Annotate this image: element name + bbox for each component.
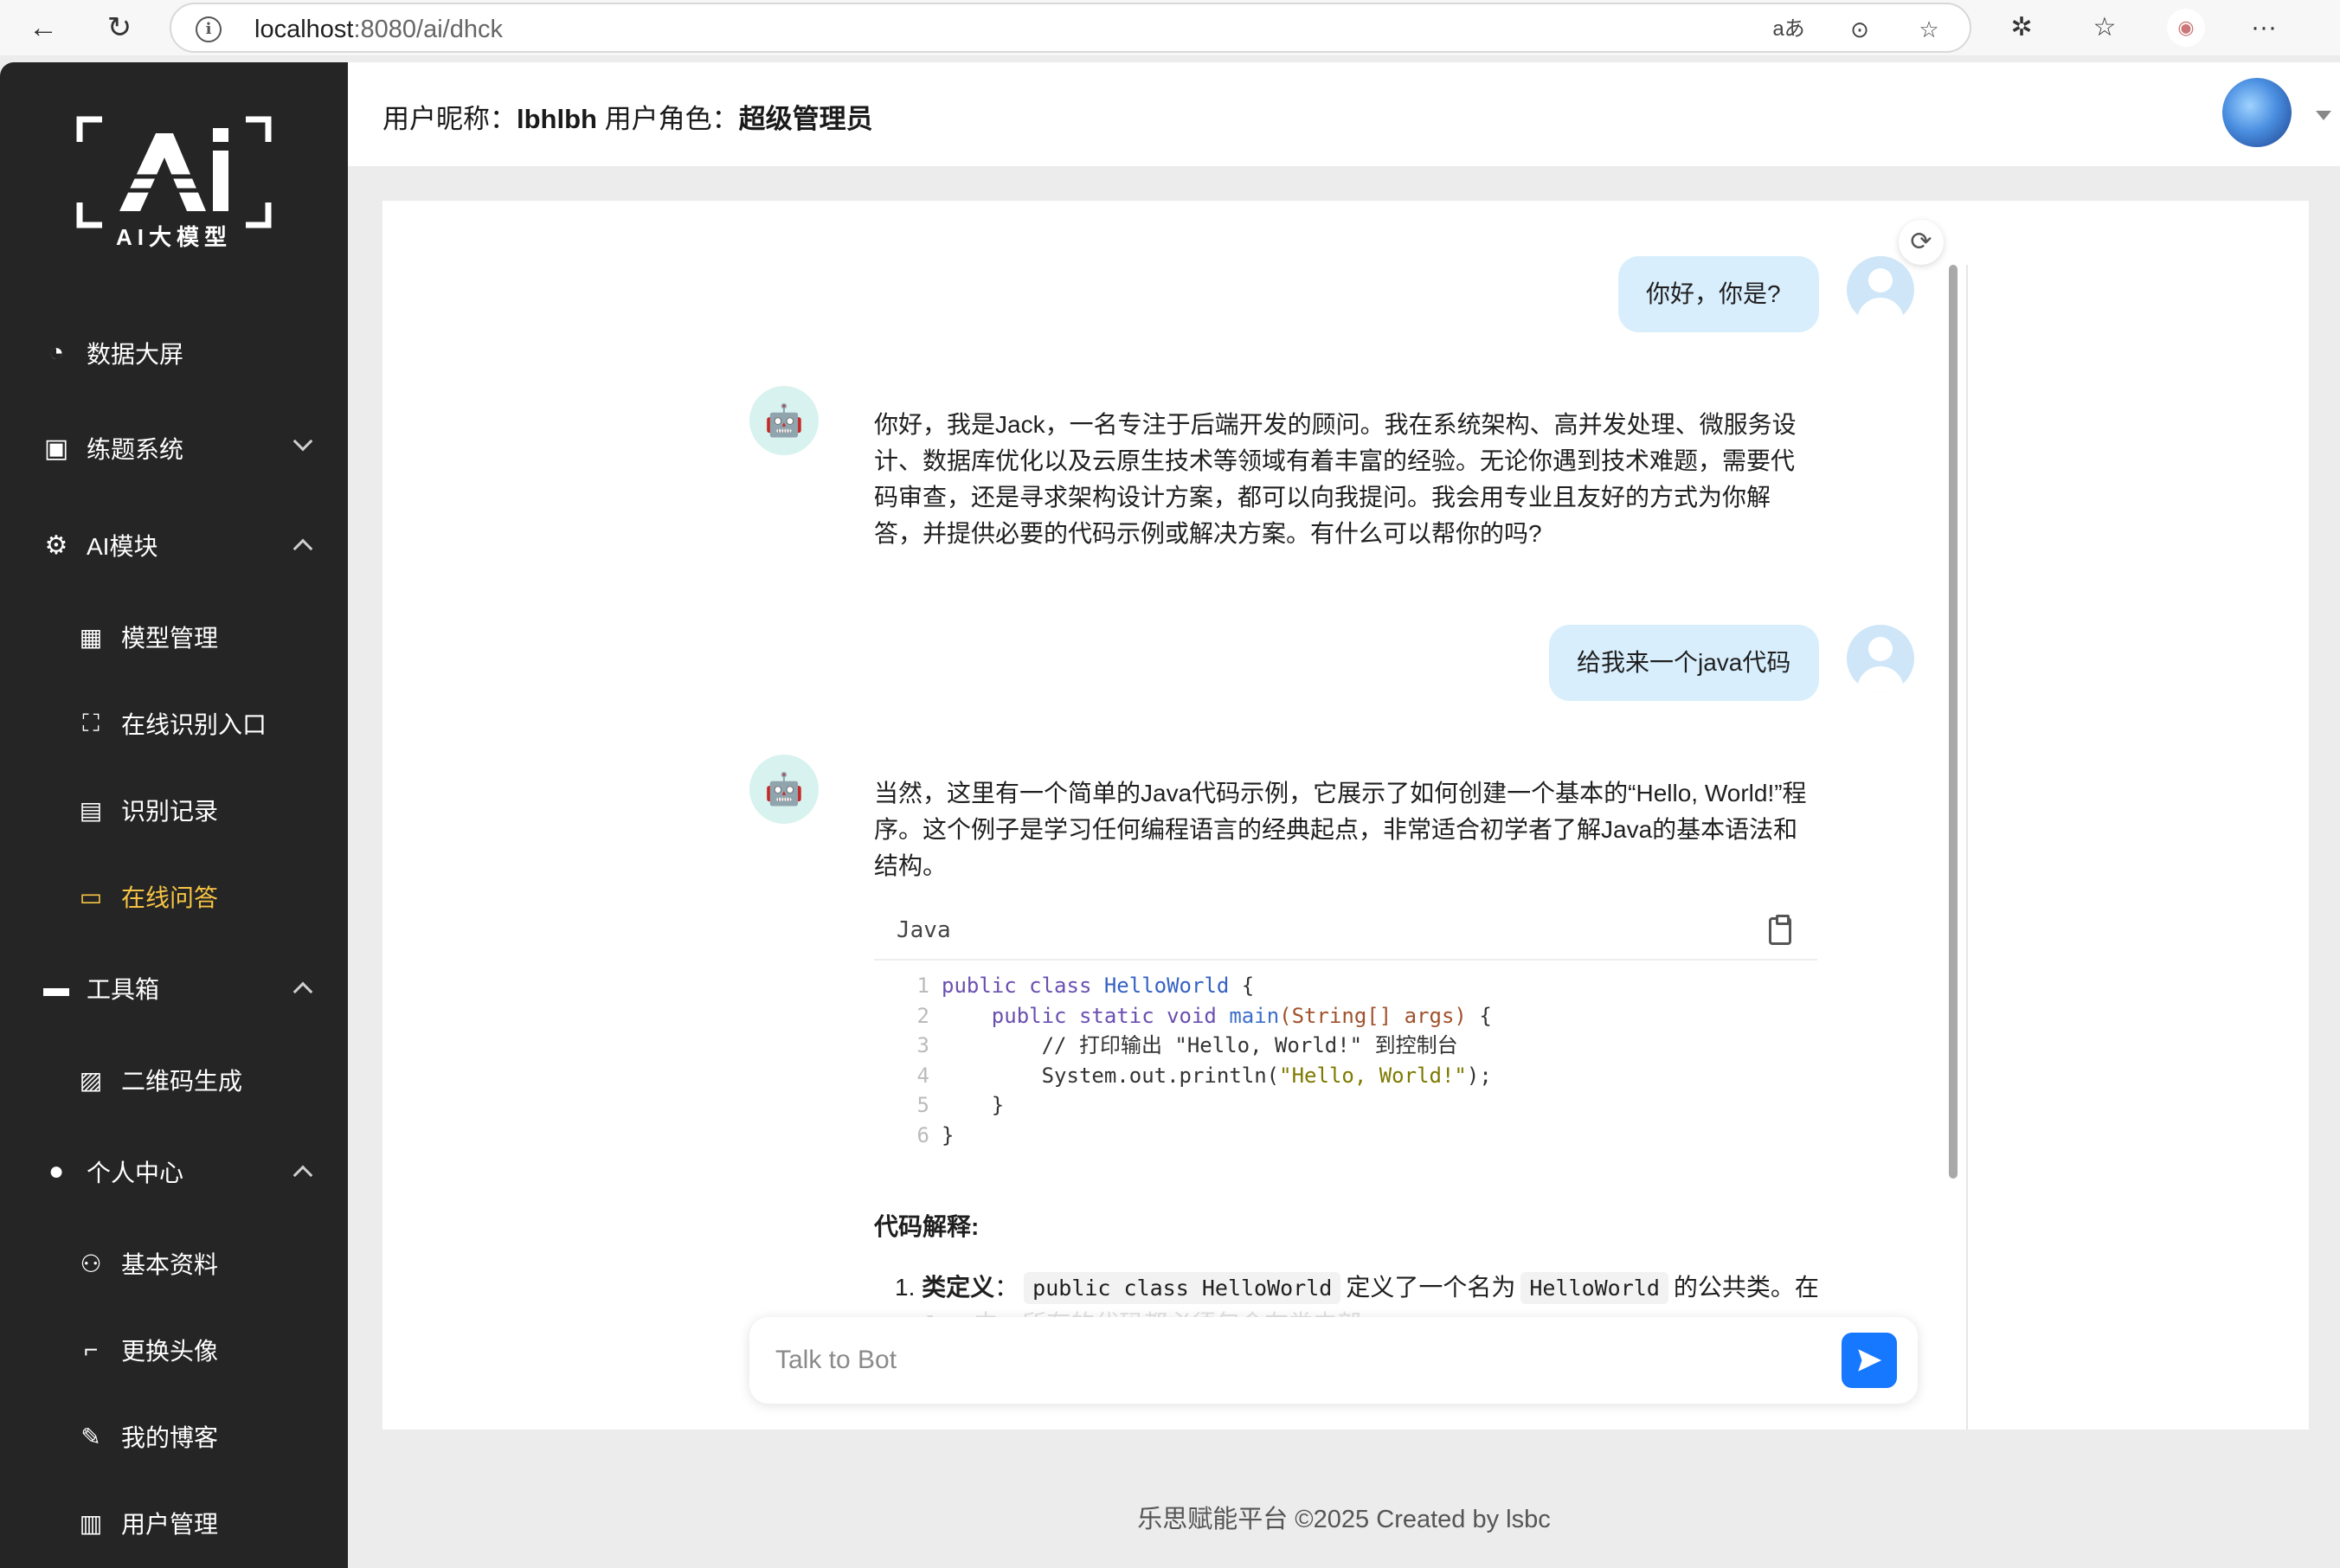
code-line: 4 System.out.println("Hello, World!"); [916,1063,1492,1088]
url-text[interactable]: localhost:8080/ai/dhck [254,16,503,44]
sidebar-item-label: 用户管理 [121,1511,219,1538]
sidebar-item-label: 识别记录 [121,798,219,825]
page-header: 用户昵称：lbhlbh 用户角色：超级管理员 [348,62,2340,166]
sidebar-item-online-recognition[interactable]: ⛶ 在线识别入口 [0,689,348,758]
sidebar: AI大模型 ◔ 数据大屏 ▣ 练题系统 ⚙ AI模块 ▦ 模型管理 ⛶ 在线识别… [0,62,348,1568]
copy-icon[interactable] [1769,915,1791,945]
logo [76,116,272,228]
crop-icon: ⌐ [83,1336,99,1363]
extensions-icon[interactable]: ✲ [2002,9,2041,47]
image-icon: ▨ [79,1066,103,1094]
dashboard-icon: ◔ [48,338,65,367]
sidebar-item-ai-module[interactable]: ⚙ AI模块 [0,511,348,580]
logo-text: AI大模型 [115,224,232,250]
sidebar-item-label: 更换头像 [121,1338,219,1365]
grid-icon: ▦ [79,623,103,651]
sidebar-item-user-management[interactable]: ▥ 用户管理 [0,1488,348,1558]
avatar[interactable] [2222,78,2292,147]
chevron-up-icon [292,538,313,559]
bot-avatar-icon: 🤖 [749,386,819,455]
back-icon[interactable]: ← [21,5,66,50]
bot-avatar-icon: 🤖 [749,755,819,824]
code-line: 2 public static void main(String[] args)… [916,1003,1492,1028]
sidebar-item-qrcode[interactable]: ▨ 二维码生成 [0,1045,348,1115]
sidebar-item-label: 模型管理 [121,625,219,652]
bot-message: 你好，我是Jack，一名专注于后端开发的顾问。我在系统架构、高并发处理、微服务设… [874,411,1797,547]
sidebar-item-label: 我的博客 [121,1424,219,1451]
scrollbar[interactable] [1949,265,1958,1179]
explain-item: 1. 类定义： public class HelloWorld 定义了一个名为 Hel… [895,1269,1819,1304]
menu-dots-icon[interactable]: ··· [2245,9,2283,47]
code-header: Java [874,905,1817,961]
clipboard-icon: ▤ [79,796,103,824]
user-icon: ● [48,1157,65,1186]
site-info-icon[interactable]: i [196,16,222,42]
caret-down-icon[interactable] [2316,111,2331,120]
translate-icon[interactable]: aあ [1772,13,1805,46]
chip-icon: ⚙ [44,530,68,560]
chat-icon: ▭ [79,883,103,910]
chevron-down-icon [292,431,313,452]
user-message: 给我来一个java代码 [1549,625,1819,701]
browser-toolbar: ← ↻ i localhost:8080/ai/dhck aあ ⊙ ☆ ✲ ☆ … [0,0,2340,55]
chevron-up-icon [292,981,313,1002]
reload-icon[interactable]: ↻ [97,5,142,50]
library-icon: ▥ [79,1509,103,1537]
sidebar-item-change-avatar[interactable]: ⌐ 更换头像 [0,1315,348,1385]
sidebar-item-my-blog[interactable]: ✎ 我的博客 [0,1402,348,1471]
sidebar-item-personal-center[interactable]: ● 个人中心 [0,1137,348,1206]
sidebar-item-label: AI模块 [87,533,158,560]
sidebar-item-label: 工具箱 [87,976,160,1003]
profile-icon[interactable]: ◉ [2167,9,2205,47]
user-message: 你好，你是? [1618,256,1819,332]
sidebar-item-label: 基本资料 [121,1251,219,1278]
divider [1966,265,1968,1430]
refresh-icon[interactable]: ⟳ [1899,220,1944,265]
scan-icon: ⛶ [82,709,100,736]
sidebar-item-label: 在线识别入口 [121,711,267,738]
sidebar-item-label: 练题系统 [87,436,184,463]
footer: 乐思赋能平台 ©2025 Created by lsbc [1137,1506,1551,1533]
sidebar-item-toolbox[interactable]: ▬ 工具箱 [0,954,348,1023]
address-bar[interactable]: i localhost:8080/ai/dhck aあ ⊙ ☆ [170,3,1971,53]
chat-input-box [749,1317,1918,1404]
user-info: 用户昵称：lbhlbh 用户角色：超级管理员 [382,104,873,134]
edit-icon: ✎ [80,1423,101,1450]
sidebar-item-label: 个人中心 [87,1160,184,1186]
chevron-up-icon [292,1165,313,1186]
code-line: 1 public class HelloWorld { [916,974,1255,998]
sidebar-item-practice[interactable]: ▣ 练题系统 [0,414,348,483]
code-language: Java [897,917,951,943]
explain-title: 代码解释: [874,1213,980,1240]
favorites-icon[interactable]: ☆ [2086,9,2124,47]
user-avatar [1847,625,1914,692]
book-icon: ▣ [43,434,69,463]
sidebar-item-online-qa[interactable]: ▭ 在线问答 [0,862,348,931]
send-icon [1858,1349,1882,1372]
sidebar-item-label: 数据大屏 [87,341,184,368]
toolbox-icon: ▬ [43,974,69,1002]
user-avatar [1847,256,1914,324]
sidebar-item-label: 二维码生成 [121,1068,243,1095]
code-lines: 1 public class HelloWorld { 2 public stat… [874,971,1817,1150]
code-line: 5 } [916,1093,1005,1117]
send-button[interactable] [1842,1333,1897,1388]
person-icon: ⚇ [80,1250,102,1277]
sidebar-item-model-management[interactable]: ▦ 模型管理 [0,602,348,672]
chat-input[interactable] [775,1338,1797,1383]
sidebar-item-recognition-records[interactable]: ▤ 识别记录 [0,775,348,845]
bot-message: 当然，这里有一个简单的Java代码示例，它展示了如何创建一个基本的“Hello,… [874,780,1807,879]
sidebar-item-dashboard[interactable]: ◔ 数据大屏 [0,318,348,388]
favorite-star-icon[interactable]: ☆ [1912,13,1945,46]
code-line: 3 // 打印输出 "Hello, World!" 到控制台 [916,1033,1458,1057]
sidebar-item-profile[interactable]: ⚇ 基本资料 [0,1229,348,1298]
sidebar-item-label: 在线问答 [121,884,219,911]
code-block: Java 1 public class HelloWorld { 2 public… [874,905,1817,1165]
code-line: 6} [916,1122,955,1147]
more-options-icon[interactable]: ⊙ [1843,13,1876,46]
